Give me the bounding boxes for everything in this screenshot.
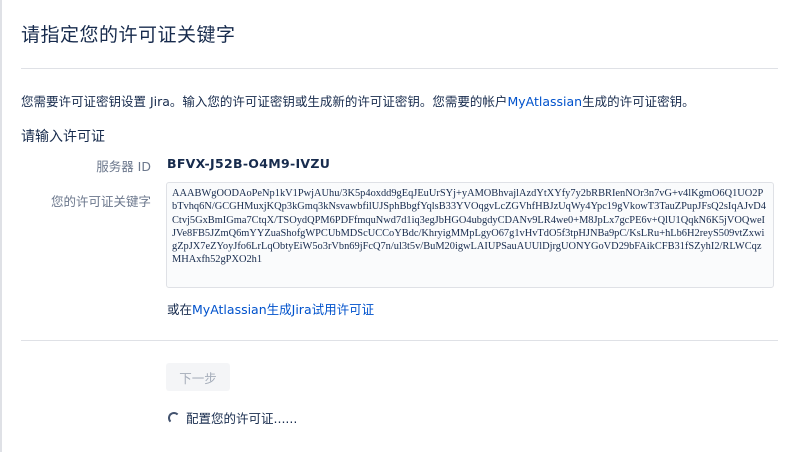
generate-trial-license-link[interactable]: MyAtlassian生成Jira试用许可证 xyxy=(192,302,374,317)
actions-divider xyxy=(21,340,778,341)
config-status-text: 配置您的许可证...... xyxy=(186,411,298,426)
next-button[interactable]: 下一步 xyxy=(166,363,230,391)
intro-text-before: 您需要许可证密钥设置 Jira。输入您的许可证密钥或生成新的许可证密钥。您需要的… xyxy=(21,94,508,109)
generate-license-row: 或在MyAtlassian生成Jira试用许可证 xyxy=(167,299,374,318)
license-key-label: 您的许可证关键字 xyxy=(50,194,151,209)
title-divider xyxy=(21,68,778,69)
intro-text: 您需要许可证密钥设置 Jira。输入您的许可证密钥或生成新的许可证密钥。您需要的… xyxy=(21,91,695,110)
server-id-value: BFVX-J52B-O4M9-IVZU xyxy=(167,156,331,171)
page-title: 请指定您的许可证关键字 xyxy=(21,24,236,46)
server-id-label: 服务器 ID xyxy=(96,159,151,174)
intro-text-after: 生成的许可证密钥。 xyxy=(582,94,695,109)
license-key-input[interactable]: AAABWgOODAoPeNp1kV1PwjAUhu/3K5p4oxdd9gEq… xyxy=(166,182,774,288)
myatlassian-link[interactable]: MyAtlassian xyxy=(507,94,582,109)
left-border xyxy=(0,0,2,452)
loading-spinner-icon xyxy=(168,411,180,424)
generate-license-prefix: 或在 xyxy=(167,302,193,317)
license-section-heading: 请输入许可证 xyxy=(21,129,105,145)
config-status: 配置您的许可证...... xyxy=(168,408,297,427)
